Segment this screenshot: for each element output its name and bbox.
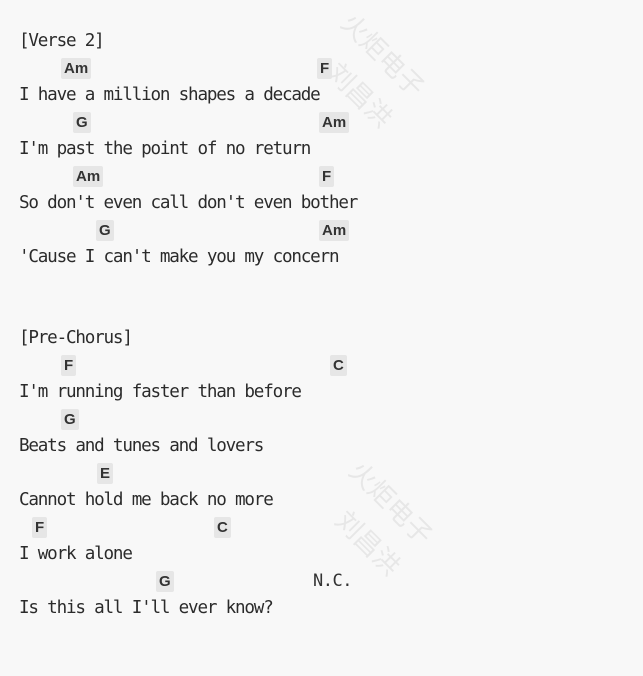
chord-row: E (19, 460, 629, 487)
lyric-line: I'm past the point of no return (19, 139, 311, 159)
chord-row: F C (19, 352, 629, 379)
chord[interactable]: Am (319, 220, 350, 241)
lyric-line: I'm running faster than before (19, 382, 302, 402)
chord[interactable]: G (156, 571, 174, 592)
chord-sheet: [Verse 2] Am F I have a million shapes a… (19, 28, 629, 622)
chord[interactable]: C (330, 355, 347, 376)
chord[interactable]: C (214, 517, 231, 538)
chord[interactable]: Am (61, 58, 92, 79)
chord[interactable]: F (319, 166, 335, 187)
chord-row: F C (19, 514, 629, 541)
no-chord-marker: N.C. (313, 571, 352, 591)
chord[interactable]: F (32, 517, 48, 538)
lyric-line: I work alone (19, 544, 133, 564)
chord[interactable]: Am (319, 112, 350, 133)
lyric-line: Beats and tunes and lovers (19, 436, 264, 456)
lyric-line: 'Cause I can't make you my concern (19, 247, 340, 267)
chord[interactable]: G (61, 409, 79, 430)
section-header-pre-chorus: [Pre-Chorus] (19, 328, 133, 348)
chord-row: G N.C. (19, 568, 629, 595)
chord-row: Am F (19, 55, 629, 82)
chord-row: G Am (19, 217, 629, 244)
lyric-line: I have a million shapes a decade (19, 85, 321, 105)
chord[interactable]: E (97, 463, 114, 484)
chord[interactable]: G (96, 220, 114, 241)
chord[interactable]: Am (73, 166, 104, 187)
chord-row: G (19, 406, 629, 433)
lyric-line: So don't even call don't even bother (19, 193, 358, 213)
page: { "watermark": { "line1": "火炬电子", "line2… (0, 0, 643, 655)
lyric-line: Is this all I'll ever know? (19, 598, 274, 618)
lyric-line: Cannot hold me back no more (19, 490, 274, 510)
chord[interactable]: F (61, 355, 77, 376)
chord-row: G Am (19, 109, 629, 136)
chord[interactable]: G (73, 112, 91, 133)
chord[interactable]: F (317, 58, 333, 79)
chord-row: Am F (19, 163, 629, 190)
section-header-verse-2: [Verse 2] (19, 31, 105, 51)
